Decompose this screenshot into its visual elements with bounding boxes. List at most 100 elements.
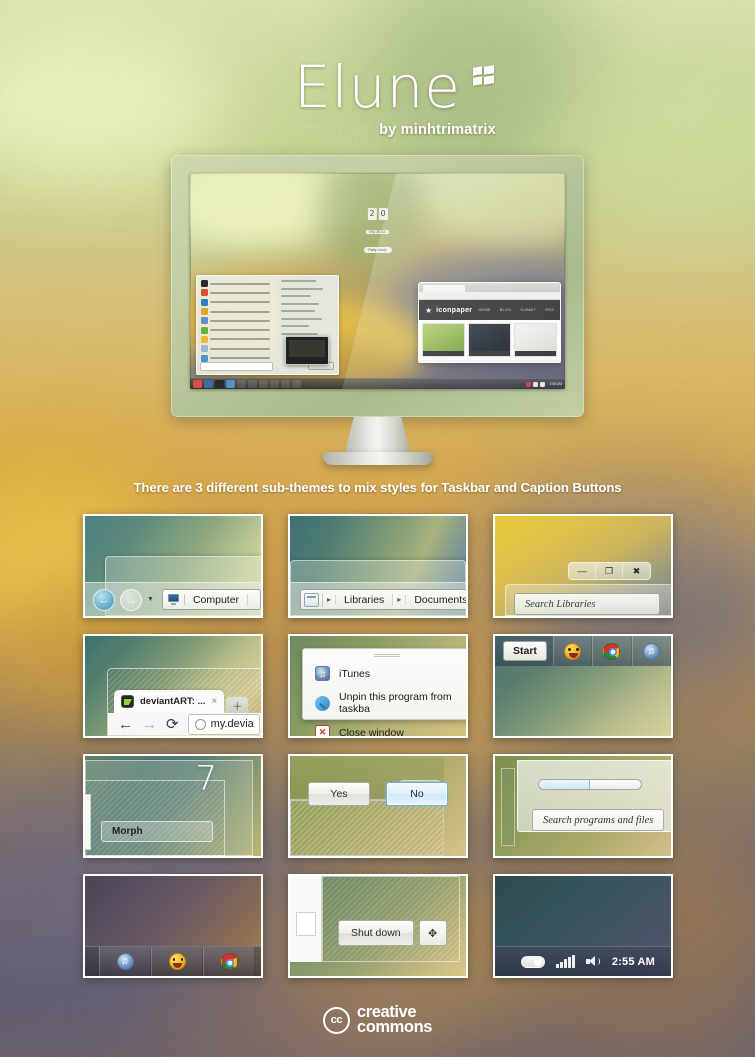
morph-field[interactable]: Morph — [101, 821, 213, 842]
site-brand: iconpaper — [436, 306, 473, 314]
address-input[interactable]: my.devia — [187, 713, 260, 735]
shutdown-options-button[interactable]: ✥ — [418, 920, 447, 946]
chrome-browser-tile[interactable]: deviantART: ... × ＋ ← → ⟳ my.devia — [83, 634, 263, 738]
start-menu-programs — [197, 276, 276, 374]
browser-toolbar: ← → ⟳ my.devia — [108, 713, 261, 735]
pinned-itunes[interactable]: ♫ — [99, 946, 151, 976]
explorer-toolbar: ← → ▼ Computer — [85, 582, 261, 616]
gadget-weather: Partly cloudy — [363, 246, 392, 253]
breadcrumb-toolbar: ▸ Libraries ▸ Documents ▸ — [290, 582, 466, 616]
caption-buttons-group[interactable]: — ❐ ✖ — [568, 562, 651, 580]
address-bar[interactable]: ▸ Libraries ▸ Documents ▸ — [300, 589, 466, 610]
taskbar-start-tile[interactable]: Start ♫ — [493, 634, 673, 738]
monitor-stand-base — [322, 452, 433, 465]
creative-commons-footer: cc creative commons — [0, 1004, 755, 1036]
computer-icon — [163, 594, 185, 605]
address-bar[interactable]: Computer — [161, 589, 261, 610]
browser-tab[interactable]: deviantART: ... × — [114, 690, 225, 713]
breadcrumb-separator[interactable]: ▸ — [393, 595, 407, 604]
pin-icon — [315, 695, 330, 711]
start-search-tile[interactable]: Search programs and files — [493, 754, 673, 858]
breadcrumb-computer[interactable]: Computer — [185, 593, 249, 606]
cc-logo-icon: cc — [322, 1006, 350, 1034]
tray-clock[interactable]: 2:55 AM — [612, 956, 655, 968]
no-button[interactable]: No — [386, 782, 448, 806]
caption-buttons-search-tile[interactable]: — ❐ ✖ Search Libraries — [493, 514, 673, 618]
search-programs-input[interactable]: Search programs and files — [532, 809, 664, 831]
close-button[interactable]: ✖ — [623, 563, 650, 579]
start-menu-search-input[interactable] — [200, 362, 274, 371]
side-window — [85, 794, 91, 850]
itunes-icon: ♫ — [315, 666, 330, 681]
library-folder-icon — [301, 592, 323, 607]
yes-button[interactable]: Yes — [308, 782, 370, 806]
star-icon: ★ — [425, 305, 433, 315]
cc-line-2: commons — [356, 1018, 433, 1036]
globe-icon — [194, 718, 206, 730]
taskbar: Start ♫ — [495, 636, 671, 666]
tab-title: deviantART: ... — [140, 696, 206, 707]
jumplist-item-unpin[interactable]: Unpin this program from taskba — [303, 686, 466, 720]
monitor-mockup: 2 0 THU 29 JUL Partly cloudy ★ iconpaper… — [171, 155, 584, 417]
breadcrumb-separator[interactable]: ▸ — [323, 595, 337, 604]
scroll-slider[interactable] — [538, 779, 642, 790]
pinned-smiley[interactable] — [151, 946, 203, 976]
itunes-icon: ♫ — [642, 642, 660, 660]
pinned-itunes[interactable]: ♫ — [631, 636, 671, 666]
system-tray: 2:55 AM — [495, 946, 671, 976]
speaker-icon[interactable] — [585, 955, 601, 968]
site-nav: HOME BLOG SUBMIT RSS — [478, 308, 554, 312]
arrow-left-icon[interactable]: ← — [93, 588, 115, 611]
screen-taskbar: 2:55 AM — [190, 378, 565, 389]
pinned-chrome[interactable] — [203, 946, 255, 976]
new-tab-button[interactable]: ＋ — [226, 697, 249, 713]
taskbar: ♫ — [85, 946, 261, 976]
shutdown-button[interactable]: Shut down — [338, 920, 414, 946]
signal-bars-icon[interactable] — [556, 955, 575, 968]
libraries-breadcrumb-tile[interactable]: ▸ Libraries ▸ Documents ▸ — [288, 514, 468, 618]
close-window-icon: ✕ — [315, 725, 330, 736]
forward-icon[interactable]: → — [142, 716, 157, 733]
shutdown-group: Shut down ✥ — [338, 920, 447, 946]
dialog-body — [290, 800, 444, 856]
search-libraries-input[interactable]: Search Libraries — [514, 593, 660, 615]
chrome-icon — [220, 953, 238, 970]
explorer-nav-tile[interactable]: ← → ▼ Computer — [83, 514, 263, 618]
breadcrumb-libraries[interactable]: Libraries — [336, 593, 394, 606]
back-icon[interactable]: ← — [118, 716, 133, 733]
jumplist-label: iTunes — [339, 667, 371, 680]
screen-media-window — [285, 336, 329, 365]
jumplist-item-itunes[interactable]: ♫ iTunes — [303, 661, 466, 686]
start-button[interactable]: Start — [503, 641, 547, 661]
chrome-icon — [603, 642, 621, 660]
smiley-icon — [564, 642, 582, 660]
yes-no-dialog-tile[interactable]: ✕ Yes No — [288, 754, 468, 858]
deviantart-icon — [121, 695, 134, 708]
toggle-switch-icon[interactable] — [521, 955, 546, 968]
jumplist-item-close-window[interactable]: ✕ Close window — [303, 720, 466, 736]
chevron-down-icon[interactable]: ▼ — [147, 596, 154, 603]
jumplist-menu: ♫ iTunes Unpin this program from taskba … — [302, 648, 466, 736]
minimize-button[interactable]: — — [569, 563, 596, 579]
menu-grip[interactable] — [374, 654, 400, 657]
reload-icon[interactable]: ⟳ — [166, 715, 179, 733]
jumplist-tile[interactable]: ♫ iTunes Unpin this program from taskba … — [288, 634, 468, 738]
jumplist-label: Unpin this program from taskba — [339, 691, 452, 715]
breadcrumb-documents[interactable]: Documents — [406, 594, 466, 606]
pinned-smiley[interactable] — [552, 636, 593, 666]
morph-window-tile[interactable]: 7 Morph — [83, 754, 263, 858]
close-icon[interactable]: × — [211, 696, 217, 707]
start-menu-sidebar — [501, 768, 515, 846]
shutdown-tile[interactable]: Shut down ✥ — [288, 874, 468, 978]
gadget-hour: 2 — [367, 207, 377, 220]
gadget-minute: 0 — [378, 207, 388, 220]
screen-taskbar-clock: 2:55 AM — [549, 382, 562, 386]
pinned-chrome[interactable] — [592, 636, 632, 666]
page-title: Elune — [294, 53, 461, 121]
arrow-right-icon[interactable]: → — [120, 588, 142, 611]
maximize-button[interactable]: ❐ — [596, 563, 623, 579]
smiley-icon — [168, 953, 186, 970]
start-menu-footer — [322, 876, 460, 962]
system-tray-tile[interactable]: 2:55 AM — [493, 874, 673, 978]
dark-taskbar-tile[interactable]: ♫ — [83, 874, 263, 978]
